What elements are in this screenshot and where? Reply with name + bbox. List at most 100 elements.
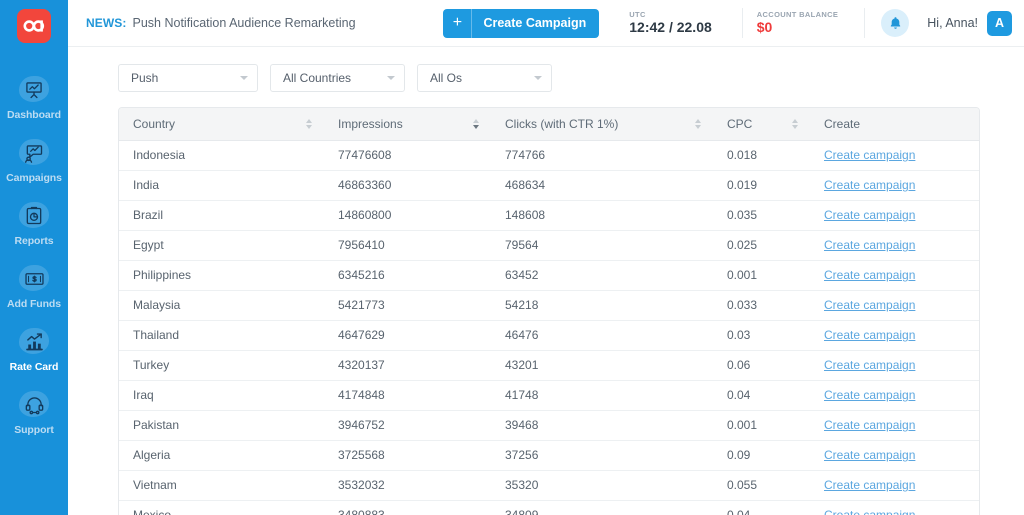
country-select[interactable]: All Countries — [270, 64, 405, 92]
logo[interactable] — [0, 0, 68, 52]
cell-country: Algeria — [119, 440, 324, 471]
create-campaign-link[interactable]: Create campaign — [824, 478, 915, 492]
column-header-cpc[interactable]: CPC — [713, 108, 810, 141]
column-header-country[interactable]: Country — [119, 108, 324, 141]
cell-country: Philippines — [119, 260, 324, 291]
cell-cpc: 0.019 — [713, 170, 810, 201]
column-header-label: CPC — [727, 116, 753, 131]
cell-clicks: 43201 — [491, 350, 713, 381]
presentation-chart-icon — [17, 75, 51, 105]
sidebar-item-rate-card[interactable]: Rate Card — [0, 318, 68, 381]
create-campaign-link[interactable]: Create campaign — [824, 508, 915, 515]
cell-cpc: 0.035 — [713, 200, 810, 231]
create-campaign-link[interactable]: Create campaign — [824, 418, 915, 432]
content-area: Push All Countries All Os Country Impressio… — [68, 47, 1024, 515]
main-area: NEWS: Push Notification Audience Remarke… — [68, 0, 1024, 515]
cell-country: Indonesia — [119, 140, 324, 171]
cell-clicks: 63452 — [491, 260, 713, 291]
sidebar-item-reports[interactable]: Reports — [0, 192, 68, 255]
create-campaign-link[interactable]: Create campaign — [824, 178, 915, 192]
cell-impressions: 6345216 — [324, 260, 491, 291]
dollar-banknote-icon — [17, 264, 51, 294]
sort-toggle-icon[interactable] — [792, 118, 798, 129]
create-campaign-link[interactable]: Create campaign — [824, 448, 915, 462]
utc-value: 12:42 / 22.08 — [629, 19, 712, 35]
sidebar: Dashboard Campaigns Reports Add Funds Rate C… — [0, 0, 68, 515]
sort-toggle-icon[interactable] — [306, 118, 312, 129]
sidebar-item-label: Campaigns — [6, 172, 62, 184]
table-row: Malaysia 5421773 54218 0.033 Create campaign — [119, 290, 979, 321]
create-campaign-link[interactable]: Create campaign — [824, 238, 915, 252]
cell-clicks: 148608 — [491, 200, 713, 231]
app-root: Dashboard Campaigns Reports Add Funds Rate C… — [0, 0, 1024, 515]
sort-toggle-icon[interactable] — [473, 118, 479, 129]
cell-country: Vietnam — [119, 470, 324, 501]
cell-clicks: 774766 — [491, 140, 713, 171]
utc-caption: UTC — [629, 10, 646, 19]
sidebar-item-support[interactable]: Support — [0, 381, 68, 444]
avatar[interactable]: A — [987, 10, 1012, 36]
create-campaign-label: Create Campaign — [483, 16, 587, 30]
sidebar-item-dashboard[interactable]: Dashboard — [0, 66, 68, 129]
create-campaign-link[interactable]: Create campaign — [824, 208, 915, 222]
table-row: Indonesia 77476608 774766 0.018 Create campa… — [119, 140, 979, 171]
sidebar-item-add-funds[interactable]: Add Funds — [0, 255, 68, 318]
traffic-type-select[interactable]: Push — [118, 64, 258, 92]
clipboard-pie-chart-icon — [26, 206, 42, 225]
column-header-create: Create — [810, 108, 979, 141]
column-header-impressions[interactable]: Impressions — [324, 108, 491, 141]
cell-impressions: 77476608 — [324, 140, 491, 171]
news-headline[interactable]: Push Notification Audience Remarketing — [133, 16, 356, 30]
user-menu[interactable]: Hi, Anna! A — [913, 10, 1014, 36]
cell-cpc: 0.04 — [713, 500, 810, 515]
cell-clicks: 54218 — [491, 290, 713, 321]
rates-table: Country Impressions Clicks (with CTR 1%) CP… — [119, 108, 979, 515]
create-campaign-link[interactable]: Create campaign — [824, 298, 915, 312]
cell-create: Create campaign — [810, 200, 979, 231]
cell-country: India — [119, 170, 324, 201]
os-select[interactable]: All Os — [417, 64, 552, 92]
sidebar-item-campaigns[interactable]: Campaigns — [0, 129, 68, 192]
cell-impressions: 4174848 — [324, 380, 491, 411]
cell-country: Egypt — [119, 230, 324, 261]
table-row: Turkey 4320137 43201 0.06 Create campaign — [119, 350, 979, 381]
cell-impressions: 14860800 — [324, 200, 491, 231]
table-head: Country Impressions Clicks (with CTR 1%) CP… — [119, 108, 979, 141]
create-campaign-link[interactable]: Create campaign — [824, 268, 915, 282]
table-row: India 46863360 468634 0.019 Create campaign — [119, 170, 979, 201]
cell-impressions: 4647629 — [324, 320, 491, 351]
cell-clicks: 39468 — [491, 410, 713, 441]
column-header-label: Impressions — [338, 116, 403, 131]
cell-cpc: 0.001 — [713, 410, 810, 441]
create-campaign-link[interactable]: Create campaign — [824, 358, 915, 372]
utc-clock: UTC 12:42 / 22.08 — [615, 8, 726, 38]
top-header: NEWS: Push Notification Audience Remarke… — [68, 0, 1024, 47]
cell-cpc: 0.06 — [713, 350, 810, 381]
notification-bell-button[interactable] — [881, 9, 910, 37]
sort-toggle-icon[interactable] — [695, 118, 701, 129]
table-body: Indonesia 77476608 774766 0.018 Create campa… — [119, 140, 979, 515]
clipboard-pie-chart-icon — [17, 201, 51, 231]
table-row: Mexico3480883348090.04 Create campaign — [119, 500, 979, 515]
column-header-label: Create — [824, 116, 861, 131]
create-campaign-button[interactable]: + Create Campaign — [443, 8, 600, 38]
cell-create: Create campaign — [810, 140, 979, 171]
table-header-row: Country Impressions Clicks (with CTR 1%) CP… — [119, 108, 979, 141]
traffic-type-selected-value: Push — [131, 71, 159, 85]
cell-country: Iraq — [119, 380, 324, 411]
cell-impressions: 3480883 — [324, 500, 491, 515]
brand-logo-icon[interactable] — [17, 9, 51, 43]
news-banner: NEWS: Push Notification Audience Remarke… — [86, 16, 356, 30]
cell-impressions: 3946752 — [324, 410, 491, 441]
cell-cpc: 0.018 — [713, 140, 810, 171]
table-row: Philippines 6345216 63452 0.001 Create campa… — [119, 260, 979, 291]
column-header-clicks-with-ctr-1[interactable]: Clicks (with CTR 1%) — [491, 108, 713, 141]
create-campaign-link[interactable]: Create campaign — [824, 388, 915, 402]
create-campaign-link[interactable]: Create campaign — [824, 328, 915, 342]
bar-chart-arrow-icon — [25, 333, 43, 351]
cell-clicks: 37256 — [491, 440, 713, 471]
sidebar-item-label: Dashboard — [7, 109, 61, 121]
create-campaign-link[interactable]: Create campaign — [824, 148, 915, 162]
campaign-speech-chart-icon — [25, 145, 43, 163]
account-balance[interactable]: ACCOUNT BALANCE $0 — [741, 8, 853, 38]
